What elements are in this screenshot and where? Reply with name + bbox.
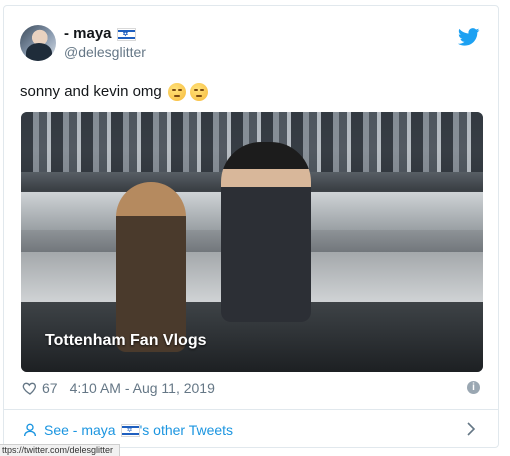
tweet-timestamp[interactable]: 4:10 AM - Aug 11, 2019 — [70, 380, 215, 396]
face-with-rolling-eyes-icon — [167, 83, 186, 101]
tweet-meta: 67 4:10 AM - Aug 11, 2019 — [22, 378, 215, 398]
video-caption: Tottenham Fan Vlogs — [45, 332, 207, 349]
browser-status-url: ttps://twitter.com/delesglitter — [0, 444, 121, 456]
twitter-bird-icon[interactable] — [458, 28, 480, 46]
see-other-tweets-prefix: See - maya — [44, 422, 116, 438]
video-frame-person — [221, 142, 311, 322]
heart-icon[interactable] — [22, 380, 38, 396]
avatar[interactable] — [20, 25, 56, 61]
display-name-text: - maya — [64, 25, 112, 42]
divider — [4, 409, 498, 410]
tweet-video[interactable]: Tottenham Fan Vlogs — [21, 112, 483, 372]
tweet-text: sonny and kevin omg — [20, 82, 208, 102]
see-other-tweets-link[interactable]: See - maya ✡ 's other Tweets — [22, 420, 233, 440]
face-with-rolling-eyes-icon — [189, 83, 208, 101]
tweet-header: - maya ✡ @delesglitter — [20, 23, 146, 63]
video-frame-person — [116, 182, 186, 352]
see-other-tweets-suffix: 's other Tweets — [139, 422, 234, 438]
info-icon[interactable]: i — [467, 381, 480, 394]
like-count[interactable]: 67 — [42, 380, 58, 396]
israel-flag-icon: ✡ — [120, 423, 140, 437]
embedded-tweet-card: - maya ✡ @delesglitter sonny and kevin o… — [3, 5, 499, 448]
person-icon — [24, 423, 36, 437]
user-handle[interactable]: @delesglitter — [64, 43, 146, 61]
display-name[interactable]: - maya ✡ — [64, 25, 146, 43]
tweet-text-content: sonny and kevin omg — [20, 83, 162, 100]
author-block[interactable]: - maya ✡ @delesglitter — [64, 25, 146, 61]
israel-flag-icon: ✡ — [116, 27, 136, 41]
chevron-right-icon[interactable] — [466, 422, 476, 436]
